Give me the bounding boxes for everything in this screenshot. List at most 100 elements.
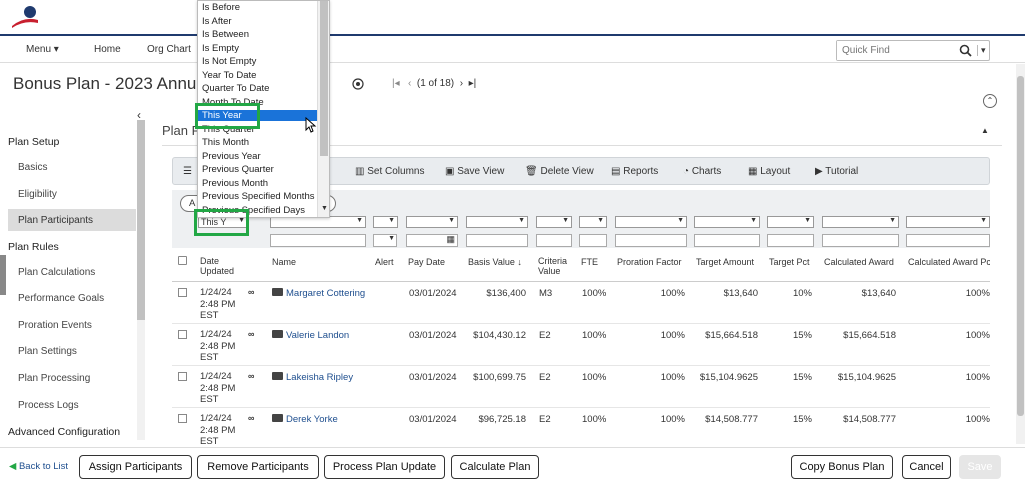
sidebar-item-plan-settings[interactable]: Plan Settings: [18, 346, 77, 357]
row-checkbox[interactable]: [178, 288, 187, 297]
delete-view-button[interactable]: 🗑 Delete View: [525, 166, 594, 177]
sidebar-item-performance-goals[interactable]: Performance Goals: [18, 293, 104, 304]
row-name[interactable]: Valerie Landon: [286, 330, 349, 341]
row-name[interactable]: Margaret Cottering: [286, 288, 365, 299]
dropdown-option[interactable]: Quarter To Date: [202, 83, 269, 94]
page-scrollbar[interactable]: [1016, 64, 1025, 444]
dropdown-option[interactable]: Previous Year: [202, 151, 261, 162]
target-amount-filter-select[interactable]: ▼: [694, 216, 760, 228]
nav-home[interactable]: Home: [94, 44, 121, 55]
save-view-button[interactable]: ▣ Save View: [445, 166, 504, 177]
last-page-icon[interactable]: ▸|: [469, 78, 477, 89]
sidebar-heading-advanced-config[interactable]: Advanced Configuration: [8, 426, 120, 438]
col-fte[interactable]: FTE: [581, 257, 598, 267]
criteria-filter-select[interactable]: ▼: [536, 216, 572, 228]
col-criteria-value[interactable]: Criteria Value: [538, 256, 572, 276]
calc-award-filter-input[interactable]: [822, 234, 899, 247]
set-columns-button[interactable]: ▥ Set Columns: [355, 166, 424, 177]
process-plan-update-button[interactable]: Process Plan Update: [324, 455, 445, 479]
binoculars-icon[interactable]: ∞: [248, 287, 254, 297]
contact-card-icon[interactable]: [272, 372, 283, 380]
col-target-amount[interactable]: Target Amount: [696, 257, 754, 267]
dropdown-option[interactable]: Previous Month: [202, 178, 268, 189]
fte-filter-select[interactable]: ▼: [579, 216, 607, 228]
dropdown-option[interactable]: Is Empty: [202, 43, 239, 54]
back-to-list-link[interactable]: ◀ Back to List: [9, 461, 68, 472]
dropdown-scrollbar[interactable]: ▼: [317, 1, 329, 217]
sidebar-item-plan-processing[interactable]: Plan Processing: [18, 373, 90, 384]
col-proration-factor[interactable]: Proration Factor: [617, 257, 682, 267]
col-calculated-award-pct[interactable]: Calculated Award Pc: [908, 257, 990, 267]
contact-card-icon[interactable]: [272, 414, 283, 422]
nav-org-chart[interactable]: Org Chart: [147, 44, 191, 55]
next-page-icon[interactable]: ›: [460, 78, 463, 89]
quick-find-input[interactable]: [837, 41, 955, 60]
contact-card-icon[interactable]: [272, 288, 283, 296]
binoculars-icon[interactable]: ∞: [248, 413, 254, 423]
target-pct-filter-input[interactable]: [767, 234, 814, 247]
col-alert[interactable]: Alert: [375, 257, 394, 267]
basis-filter-input[interactable]: [466, 234, 528, 247]
dropdown-option[interactable]: Previous Specified Months: [202, 191, 314, 202]
col-basis-value[interactable]: Basis Value ↓: [468, 257, 522, 267]
first-page-icon[interactable]: |◂: [392, 78, 400, 89]
sidebar-item-eligibility[interactable]: Eligibility: [18, 189, 57, 200]
add-circle-icon[interactable]: [352, 78, 364, 90]
calendar-icon[interactable]: ▦: [446, 234, 455, 245]
dropdown-option[interactable]: Is Before: [202, 2, 240, 13]
search-icon[interactable]: [959, 44, 972, 57]
basis-filter-select[interactable]: ▼: [466, 216, 528, 228]
tutorial-button[interactable]: ▶ Tutorial: [815, 166, 858, 177]
nav-menu[interactable]: Menu ▾: [26, 44, 59, 55]
col-name[interactable]: Name: [272, 257, 296, 267]
paydate-filter-select[interactable]: ▼: [406, 216, 458, 228]
row-name[interactable]: Lakeisha Ripley: [286, 372, 353, 383]
proration-filter-select[interactable]: ▼: [615, 216, 687, 228]
col-calculated-award[interactable]: Calculated Award: [824, 257, 894, 267]
assign-participants-button[interactable]: Assign Participants: [79, 455, 192, 479]
row-checkbox[interactable]: [178, 414, 187, 423]
paydate-filter-input[interactable]: ▦: [406, 234, 458, 247]
binoculars-icon[interactable]: ∞: [248, 329, 254, 339]
target-amount-filter-input[interactable]: [694, 234, 760, 247]
reports-button[interactable]: ▤ Reports: [611, 166, 658, 177]
layout-button[interactable]: ▦ Layout: [748, 166, 790, 177]
collapse-up-icon[interactable]: ⌃: [983, 94, 997, 108]
proration-filter-input[interactable]: [615, 234, 687, 247]
cancel-button[interactable]: Cancel: [902, 455, 951, 479]
calculate-plan-button[interactable]: Calculate Plan: [451, 455, 539, 479]
row-checkbox[interactable]: [178, 372, 187, 381]
calc-pct-filter-input[interactable]: [906, 234, 990, 247]
sidebar-handle[interactable]: [0, 255, 6, 295]
sidebar-item-plan-participants[interactable]: Plan Participants: [8, 209, 136, 231]
col-pay-date[interactable]: Pay Date: [408, 257, 445, 267]
col-target-pct[interactable]: Target Pct: [769, 257, 810, 267]
section-collapse-icon[interactable]: ▲: [981, 126, 989, 135]
dropdown-option[interactable]: Previous Quarter: [202, 164, 274, 175]
calc-pct-filter-select[interactable]: ▼: [906, 216, 990, 228]
sidebar-item-proration-events[interactable]: Proration Events: [18, 320, 92, 331]
row-name[interactable]: Derek Yorke: [286, 414, 338, 425]
sidebar-scrollbar[interactable]: [137, 120, 145, 440]
binoculars-icon[interactable]: ∞: [248, 371, 254, 381]
list-view-icon[interactable]: ☰: [183, 166, 192, 177]
alert-filter-input[interactable]: ▼: [373, 234, 397, 247]
select-all-checkbox[interactable]: [178, 256, 187, 265]
dropdown-option[interactable]: Is Not Empty: [202, 56, 256, 67]
prev-page-icon[interactable]: ‹: [408, 78, 411, 89]
save-button[interactable]: Save: [959, 455, 1001, 479]
col-date-updated[interactable]: Date Updated: [200, 256, 240, 276]
row-checkbox[interactable]: [178, 330, 187, 339]
calc-award-filter-select[interactable]: ▼: [822, 216, 899, 228]
dropdown-option[interactable]: Is Between: [202, 29, 249, 40]
charts-button[interactable]: ◔ Charts: [683, 166, 721, 177]
dropdown-option[interactable]: This Month: [202, 137, 249, 148]
sidebar-item-plan-calculations[interactable]: Plan Calculations: [18, 267, 95, 278]
remove-participants-button[interactable]: Remove Participants: [197, 455, 319, 479]
criteria-filter-input[interactable]: [536, 234, 572, 247]
contact-card-icon[interactable]: [272, 330, 283, 338]
dropdown-option[interactable]: Is After: [202, 16, 232, 27]
sidebar-item-process-logs[interactable]: Process Logs: [18, 400, 79, 411]
copy-bonus-plan-button[interactable]: Copy Bonus Plan: [791, 455, 893, 479]
fte-filter-input[interactable]: [579, 234, 607, 247]
